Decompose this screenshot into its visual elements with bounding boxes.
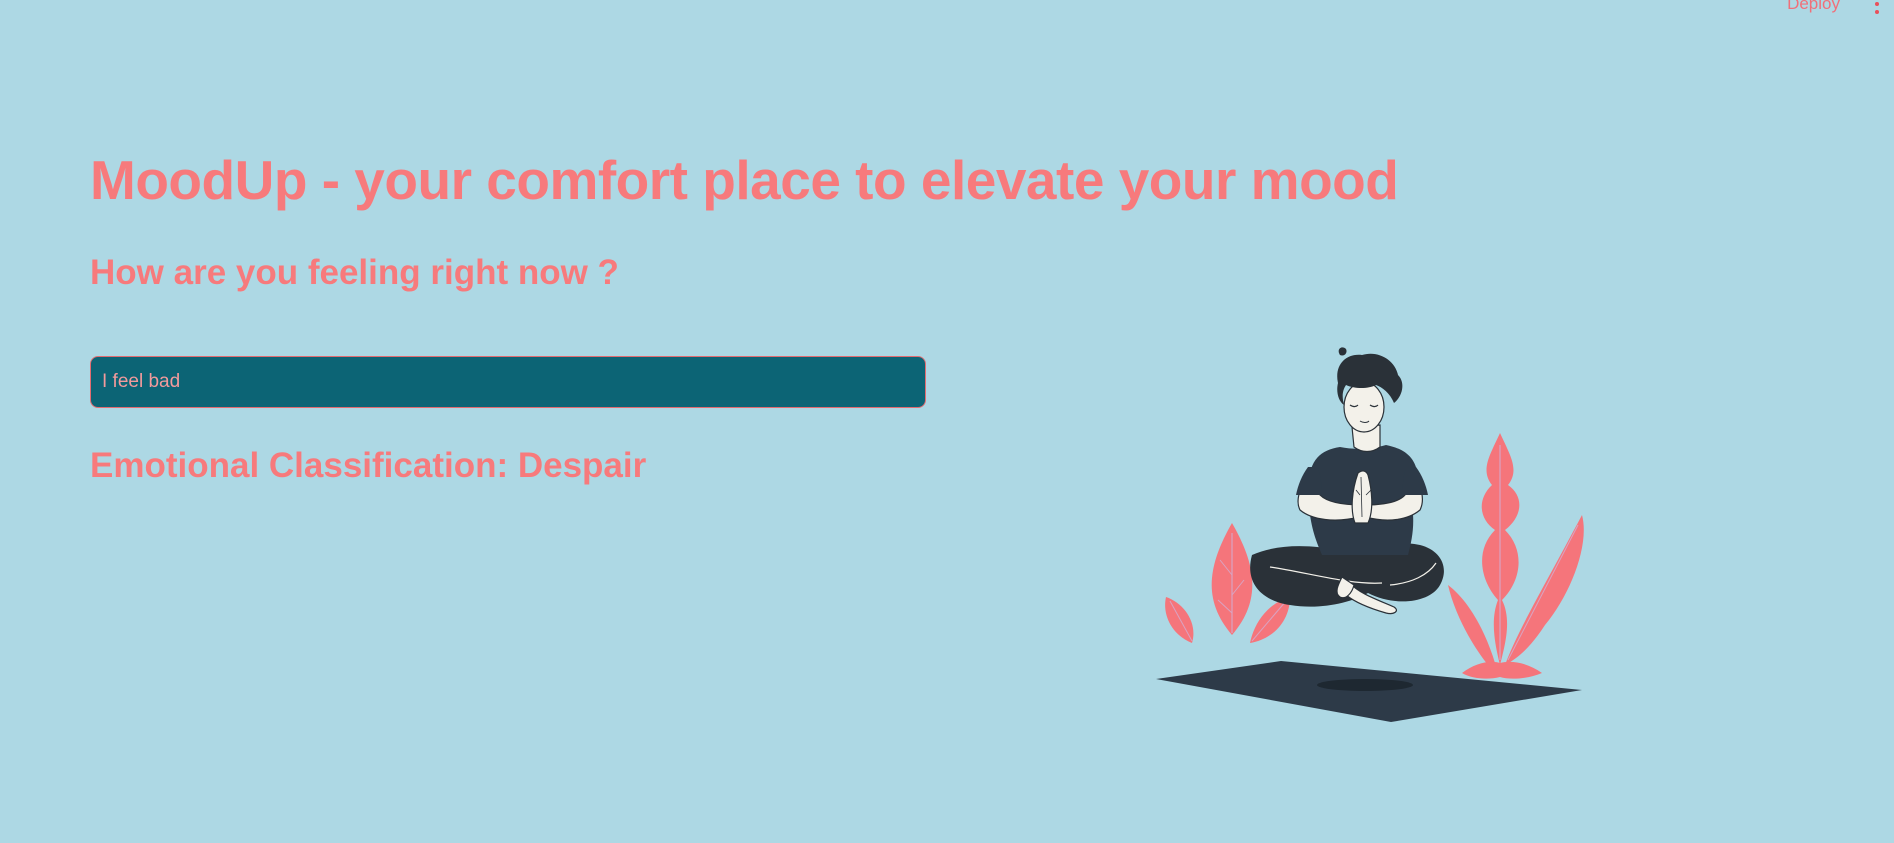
page-title: MoodUp - your comfort place to elevate y… [90,149,1399,211]
mood-input[interactable] [90,356,926,408]
deploy-button[interactable]: Deploy [1787,0,1840,14]
feeling-prompt: How are you feeling right now ? [90,253,619,292]
right-plant [1448,433,1584,679]
meditating-person-illustration [1156,347,1584,722]
app-container: Deploy MoodUp - your comfort place to el… [0,0,1894,843]
vertical-dots-icon[interactable] [1874,0,1880,14]
emotion-classification-result: Emotional Classification: Despair [90,446,647,485]
meditating-person [1250,347,1444,615]
top-toolbar: Deploy [1787,0,1880,14]
mat-shadow [1317,679,1413,691]
